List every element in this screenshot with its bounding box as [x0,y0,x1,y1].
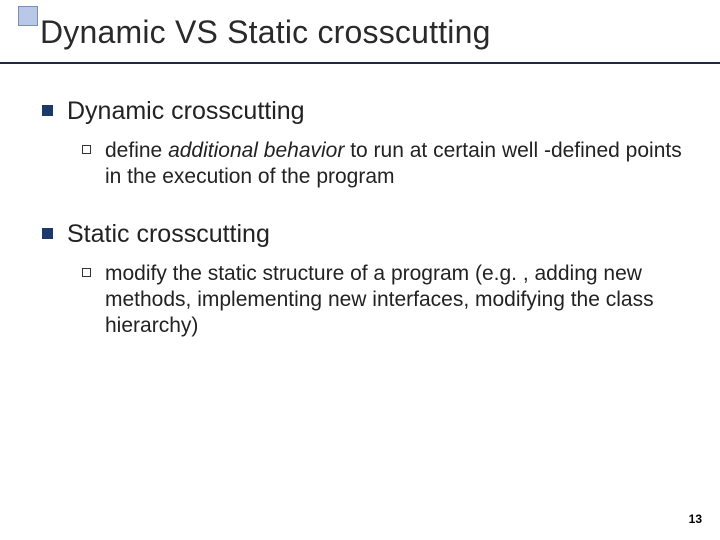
square-bullet-icon [42,105,53,116]
open-square-bullet-icon [82,145,91,154]
section-heading: Static crosscutting [67,219,270,249]
list-item: Static crosscutting [42,219,682,249]
sub-point: define additional behavior to run at cer… [105,138,682,191]
slide-title: Dynamic VS Static crosscutting [40,14,491,51]
text-run: modify the static structure of a program… [105,262,654,338]
italic-text: additional behavior [168,139,344,162]
section-heading: Dynamic crosscutting [67,96,305,126]
list-item: modify the static structure of a program… [82,261,682,340]
slide: Dynamic VS Static crosscutting Dynamic c… [0,0,720,540]
page-number: 13 [689,512,702,526]
list-item: define additional behavior to run at cer… [82,138,682,191]
title-underline [0,62,720,64]
open-square-bullet-icon [82,268,91,277]
square-bullet-icon [42,228,53,239]
slide-body: Dynamic crosscutting define additional b… [42,96,682,367]
text-run: define [105,139,168,162]
sub-point: modify the static structure of a program… [105,261,682,340]
accent-square-icon [18,6,38,26]
list-item: Dynamic crosscutting [42,96,682,126]
